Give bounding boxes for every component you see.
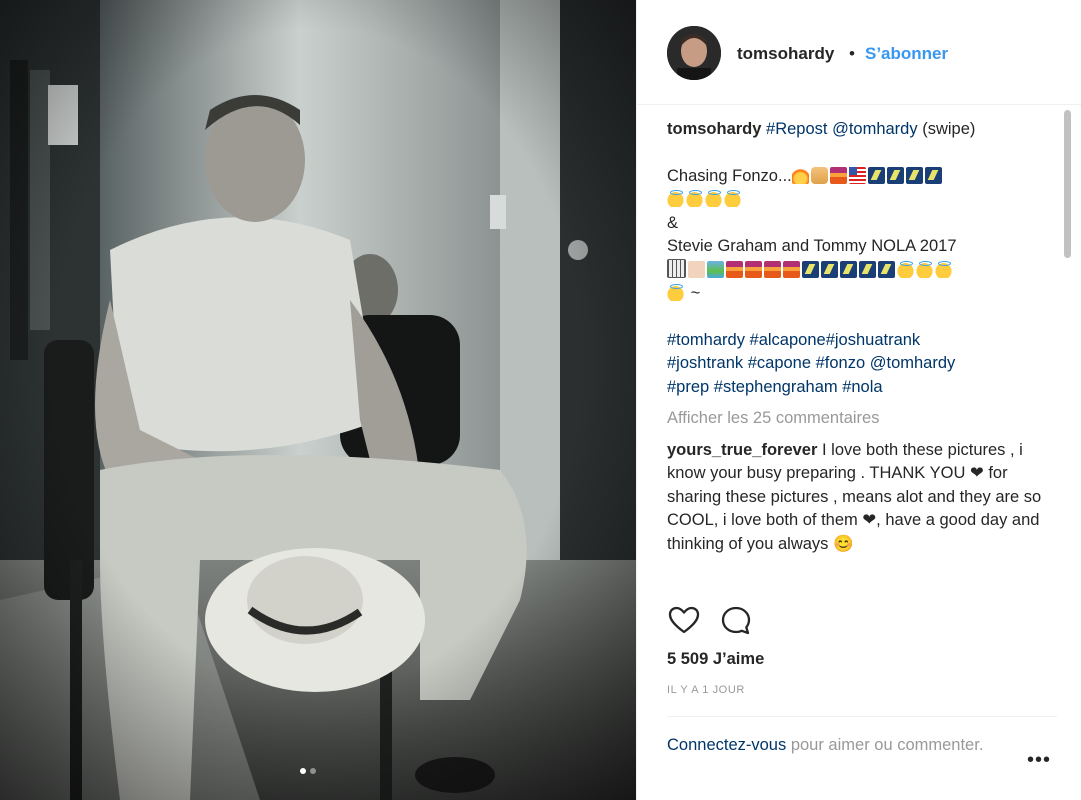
post-photo[interactable] xyxy=(0,0,636,800)
comment-bubble-icon xyxy=(721,606,751,635)
star-emoji-icon xyxy=(859,260,876,278)
scrollbar-thumb[interactable] xyxy=(1064,110,1071,258)
fire-emoji-icon xyxy=(791,166,809,184)
pray-emoji-icon xyxy=(810,166,828,184)
caption-stevie: Stevie Graham and Tommy NOLA 2017 xyxy=(667,237,957,255)
login-prompt-text: pour aimer ou commenter. xyxy=(786,736,984,754)
post-header: tomsohardy • S’abonner xyxy=(637,0,1081,105)
caption-username[interactable]: tomsohardy xyxy=(667,120,761,138)
avatar[interactable] xyxy=(667,26,721,80)
caption-text: (swipe) xyxy=(917,120,976,138)
hashtags-line[interactable]: #tomhardy #alcapone#joshuatrank xyxy=(667,331,920,349)
post-timestamp[interactable]: IL Y A 1 JOUR xyxy=(667,684,745,696)
like-button[interactable] xyxy=(667,604,701,638)
caption-hashtags: #tomhardy #alcapone#joshuatrank #joshtra… xyxy=(667,329,1047,400)
caption-ampersand: & xyxy=(667,213,679,232)
caption-tilde: ~ xyxy=(686,284,701,302)
angel-emoji-icon xyxy=(667,190,684,207)
likes-count[interactable]: 5 509 J’aime xyxy=(667,650,764,669)
comment-username[interactable]: yours_true_forever xyxy=(667,441,817,459)
angel-emoji-icon xyxy=(935,260,952,278)
login-prompt: Connectez-vous pour aimer ou commenter. xyxy=(667,733,1007,757)
caption-tags[interactable]: #Repost @tomhardy xyxy=(766,120,918,138)
sunset-emoji-icon xyxy=(745,260,762,278)
caption-line: Chasing Fonzo... xyxy=(667,165,1047,212)
sunset-emoji-icon xyxy=(726,260,743,278)
angel-emoji-icon xyxy=(897,260,914,278)
skin-emoji-icon xyxy=(688,260,705,278)
carousel-dots xyxy=(300,768,316,774)
more-options-icon[interactable]: ••• xyxy=(1027,750,1051,770)
angel-emoji-icon xyxy=(705,190,722,207)
hashtags-line[interactable]: #joshtrank #capone #fonzo @tomhardy xyxy=(667,354,955,372)
login-link[interactable]: Connectez-vous xyxy=(667,736,786,754)
action-bar xyxy=(667,604,787,638)
hashtags-line[interactable]: #prep #stephengraham #nola xyxy=(667,378,883,396)
star-emoji-icon xyxy=(924,166,942,184)
heart-icon xyxy=(668,606,700,634)
comment: yours_true_forever I love both these pic… xyxy=(667,439,1047,557)
caption-chasing: Chasing Fonzo... xyxy=(667,166,792,185)
carousel-dot[interactable] xyxy=(310,768,316,774)
carousel-dot-active xyxy=(300,768,306,774)
angel-emoji-icon xyxy=(667,284,684,301)
sunset-emoji-icon xyxy=(783,260,800,278)
star-emoji-icon xyxy=(886,166,904,184)
angel-emoji-icon xyxy=(724,190,741,207)
photo-image xyxy=(0,0,636,800)
star-emoji-icon xyxy=(867,166,885,184)
divider xyxy=(667,716,1057,717)
post-author-username[interactable]: tomsohardy xyxy=(737,44,834,64)
comments-list[interactable]: tomsohardy #Repost @tomhardy (swipe) Cha… xyxy=(667,118,1047,588)
rainbow-emoji-icon xyxy=(707,260,724,278)
star-emoji-icon xyxy=(821,260,838,278)
post-panel: tomsohardy • S’abonner tomsohardy #Repos… xyxy=(636,0,1081,800)
angel-emoji-icon xyxy=(686,190,703,207)
star-emoji-icon xyxy=(840,260,857,278)
sunset-emoji-icon xyxy=(764,260,781,278)
star-emoji-icon xyxy=(905,166,923,184)
us-flag-emoji-icon xyxy=(848,166,866,184)
sunset-emoji-icon xyxy=(829,166,847,184)
caption: tomsohardy #Repost @tomhardy (swipe) xyxy=(667,118,1047,142)
star-emoji-icon xyxy=(802,260,819,278)
comments-scrollbar[interactable] xyxy=(1062,110,1072,588)
separator-dot: • xyxy=(849,44,855,63)
comment-button[interactable] xyxy=(719,604,753,638)
grid-emoji-icon xyxy=(667,258,686,278)
angel-emoji-icon xyxy=(916,260,933,278)
view-all-comments-link[interactable]: Afficher les 25 commentaires xyxy=(667,407,1047,431)
caption-line: Stevie Graham and Tommy NOLA 2017 ~ xyxy=(667,235,1047,306)
follow-button[interactable]: S’abonner xyxy=(865,44,948,64)
star-emoji-icon xyxy=(878,260,895,278)
